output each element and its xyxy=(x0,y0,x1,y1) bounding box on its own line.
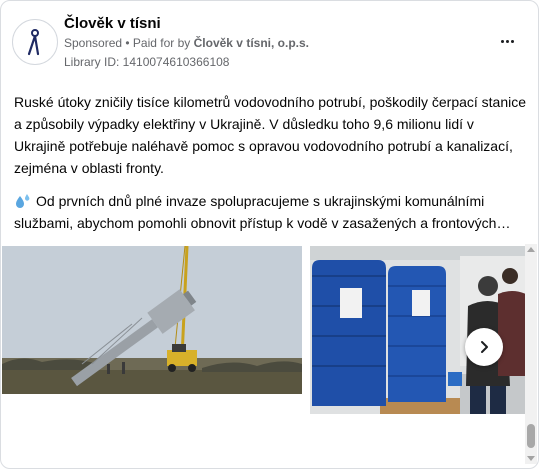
sponsored-line: Sponsored • Paid for by Člověk v tísni, … xyxy=(64,36,309,50)
media-carousel xyxy=(2,246,525,414)
ad-card: Člověk v tísni Sponsored • Paid for by Č… xyxy=(0,0,539,469)
water-droplets-icon xyxy=(16,194,30,208)
body-paragraph-2-text: Od prvních dnů plné invaze spolupracujem… xyxy=(14,193,511,231)
scroll-up-arrow-icon[interactable] xyxy=(527,247,535,252)
scroll-down-arrow-icon[interactable] xyxy=(527,456,535,461)
ad-body-text: Ruské útoky zničily tisíce kilometrů vod… xyxy=(14,91,528,234)
vertical-scrollbar[interactable] xyxy=(525,244,537,464)
scrollbar-thumb[interactable] xyxy=(527,424,535,448)
body-paragraph-2: Od prvních dnů plné invaze spolupracujem… xyxy=(14,190,528,234)
library-id: Library ID: 1410074610366108 xyxy=(64,55,230,69)
paid-for-prefix: Paid for by xyxy=(132,36,194,50)
sponsored-label: Sponsored xyxy=(64,36,123,50)
paid-for-name[interactable]: Člověk v tísni, o.p.s. xyxy=(194,36,309,50)
meta-separator: • xyxy=(122,36,133,50)
page-name[interactable]: Člověk v tísni xyxy=(64,15,161,32)
organization-logo-icon xyxy=(27,29,40,56)
water-tower-crane-photo[interactable] xyxy=(2,246,302,394)
carousel-next-button[interactable] xyxy=(465,328,503,366)
page-avatar[interactable] xyxy=(12,19,58,65)
chevron-right-icon xyxy=(481,341,488,353)
body-paragraph-1: Ruské útoky zničily tisíce kilometrů vod… xyxy=(14,94,527,176)
more-options-button[interactable] xyxy=(491,29,523,53)
more-horizontal-icon xyxy=(500,39,504,43)
